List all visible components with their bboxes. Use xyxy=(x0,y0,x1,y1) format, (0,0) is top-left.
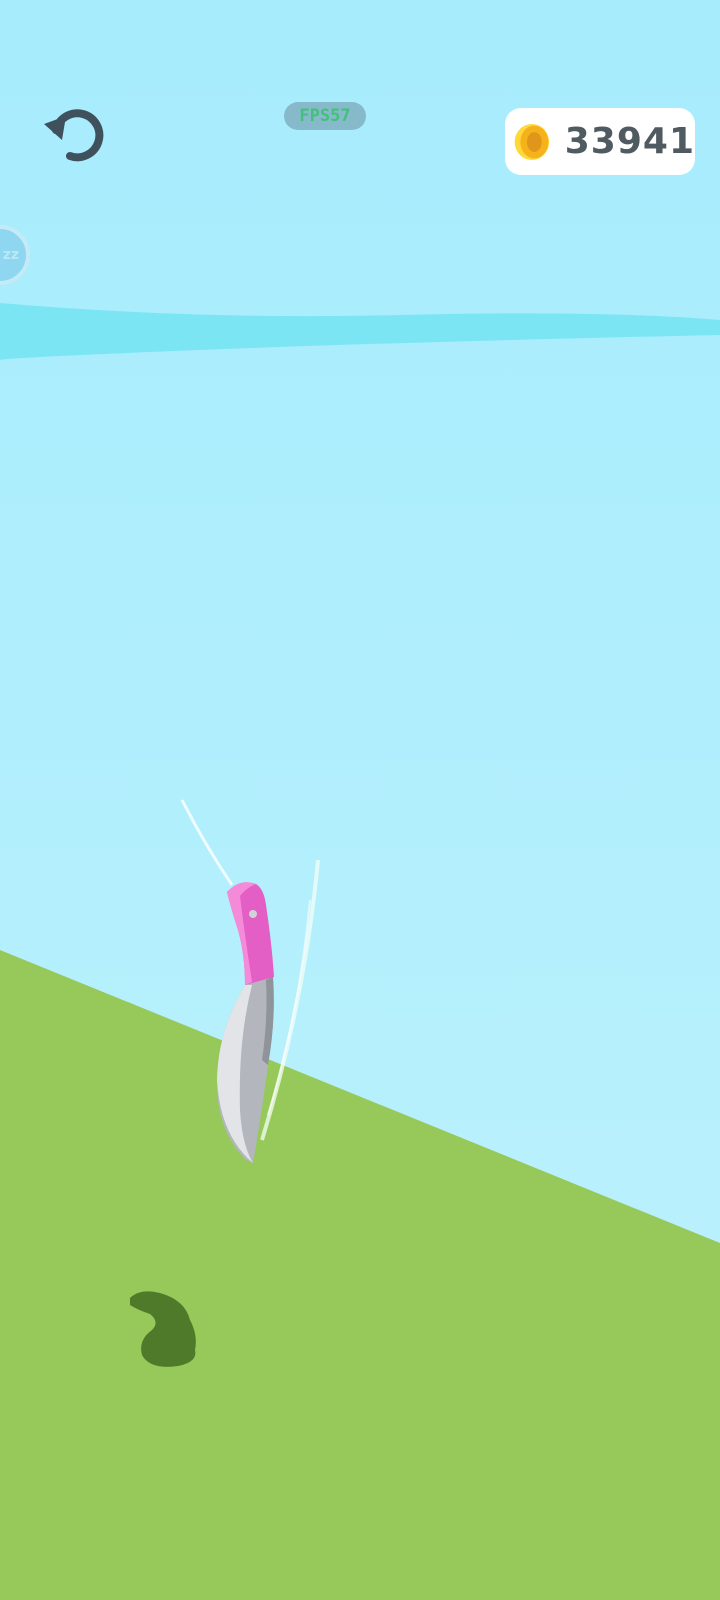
restart-icon xyxy=(44,109,104,162)
water-strip xyxy=(0,303,720,360)
knife-rivet xyxy=(249,910,257,918)
fps-counter: FPS57 xyxy=(284,102,366,130)
game-scene[interactable]: FPS57 33941 zz xyxy=(0,0,720,1600)
sleep-icon: zz xyxy=(2,247,19,263)
restart-button[interactable] xyxy=(36,98,108,170)
coin-icon xyxy=(514,123,550,160)
swing-streak xyxy=(180,799,234,886)
coin-count: 33941 xyxy=(564,121,695,162)
world-canvas xyxy=(0,303,720,1600)
coin-panel: 33941 xyxy=(505,108,695,175)
grass-ground xyxy=(0,950,720,1600)
